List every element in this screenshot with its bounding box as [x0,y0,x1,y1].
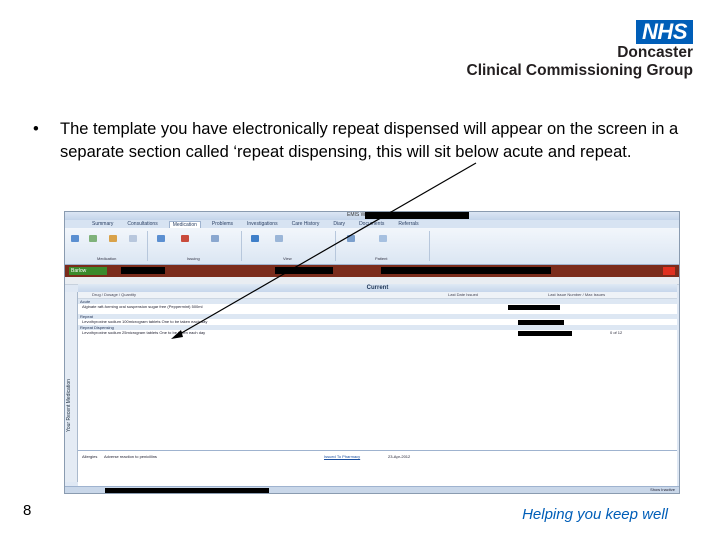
annotation-arrow [171,162,477,339]
page-number: 8 [23,502,32,519]
arrow-head [171,330,183,339]
arrow-line [177,162,477,336]
tagline: Helping you keep well [522,506,668,523]
